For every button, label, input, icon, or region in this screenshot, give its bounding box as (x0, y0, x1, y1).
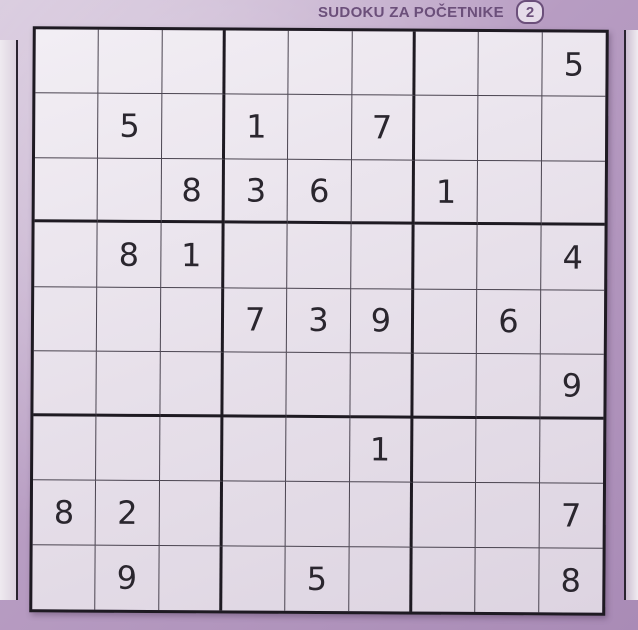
sudoku-cell-r8-c4[interactable] (222, 481, 287, 547)
sudoku-cell-r7-c2[interactable] (96, 416, 161, 482)
sudoku-grid: 55178361814739691827958 (29, 26, 609, 616)
sudoku-cell-r6-c7[interactable] (413, 353, 478, 419)
sudoku-cell-r5-c3[interactable] (160, 287, 225, 353)
sudoku-cell-r6-c3[interactable] (160, 352, 224, 418)
sudoku-cell-r4-c1[interactable] (34, 222, 98, 288)
sudoku-cell-r2-c1[interactable] (34, 93, 99, 159)
sudoku-cell-r9-c3[interactable] (158, 545, 223, 611)
left-page-edge (0, 40, 18, 600)
sudoku-cell-r3-c1[interactable] (34, 158, 99, 223)
sudoku-cell-r3-c2[interactable] (97, 158, 162, 224)
sudoku-cell-r2-c2[interactable]: 5 (98, 94, 163, 159)
sudoku-cell-r9-c7[interactable] (412, 547, 476, 612)
sudoku-cell-r3-c4[interactable]: 3 (224, 159, 289, 225)
sudoku-cell-r4-c4[interactable] (224, 223, 288, 289)
sudoku-cell-r6-c5[interactable] (286, 353, 351, 418)
sudoku-cell-r9-c9[interactable]: 8 (539, 548, 603, 613)
sudoku-cell-r8-c8[interactable] (475, 483, 540, 548)
sudoku-cell-r5-c4[interactable]: 7 (223, 288, 288, 354)
sudoku-cell-r7-c1[interactable] (33, 415, 97, 481)
sudoku-cell-r4-c5[interactable] (287, 224, 352, 289)
sudoku-cell-r6-c4[interactable] (223, 352, 288, 418)
sudoku-cell-r7-c4[interactable] (223, 417, 287, 482)
sudoku-cell-r7-c6[interactable]: 1 (349, 417, 414, 483)
sudoku-cell-r1-c2[interactable] (98, 29, 163, 95)
sudoku-cell-r2-c7[interactable] (414, 96, 479, 161)
sudoku-cell-r2-c6[interactable]: 7 (351, 95, 416, 161)
sudoku-board-wrapper: 55178361814739691827958 (29, 26, 609, 616)
sudoku-cell-r5-c6[interactable]: 9 (350, 288, 415, 354)
puzzle-title: SUDOKU ZA POČETNIKE (318, 3, 504, 21)
sudoku-cell-r9-c2[interactable]: 9 (95, 545, 160, 611)
sudoku-cell-r5-c2[interactable] (97, 287, 161, 353)
sudoku-cell-r9-c5[interactable]: 5 (285, 546, 350, 612)
sudoku-cell-r8-c9[interactable]: 7 (539, 483, 603, 549)
sudoku-cell-r1-c8[interactable] (478, 31, 543, 97)
sudoku-cell-r6-c1[interactable] (33, 351, 98, 417)
sudoku-cell-r2-c4[interactable]: 1 (224, 94, 289, 160)
sudoku-cell-r4-c9[interactable]: 4 (540, 225, 605, 291)
sudoku-cell-r5-c7[interactable] (413, 289, 478, 355)
sudoku-cell-r8-c3[interactable] (159, 481, 224, 546)
right-page-edge (624, 30, 638, 600)
sudoku-cell-r1-c6[interactable] (352, 31, 416, 97)
sudoku-cell-r6-c9[interactable]: 9 (540, 354, 604, 420)
sudoku-cell-r9-c8[interactable] (475, 547, 540, 613)
sudoku-cell-r3-c5[interactable]: 6 (287, 159, 352, 225)
sudoku-cell-r6-c2[interactable] (96, 351, 161, 417)
sudoku-cell-r7-c9[interactable] (539, 419, 604, 484)
sudoku-cell-r2-c5[interactable] (288, 95, 353, 161)
sudoku-cell-r8-c6[interactable] (349, 482, 413, 548)
sudoku-cell-r3-c6[interactable] (351, 160, 415, 225)
sudoku-cell-r4-c6[interactable] (350, 224, 415, 290)
sudoku-cell-r2-c3[interactable] (161, 94, 226, 160)
sudoku-cell-r4-c7[interactable] (414, 224, 478, 290)
sudoku-cell-r3-c9[interactable] (541, 161, 605, 227)
sudoku-cell-r8-c1[interactable]: 8 (32, 480, 97, 546)
sudoku-cell-r7-c7[interactable] (412, 418, 477, 484)
sudoku-cell-r1-c9[interactable]: 5 (542, 32, 606, 98)
sudoku-cell-r1-c7[interactable] (415, 31, 480, 97)
puzzle-header: SUDOKU ZA POČETNIKE 2 (318, 0, 544, 24)
sudoku-cell-r3-c7[interactable]: 1 (414, 160, 479, 226)
puzzle-number-badge: 2 (516, 0, 544, 24)
sudoku-cell-r4-c2[interactable]: 8 (97, 222, 162, 288)
sudoku-cell-r5-c5[interactable]: 3 (287, 288, 351, 354)
sudoku-cell-r8-c2[interactable]: 2 (95, 480, 160, 546)
sudoku-cell-r5-c8[interactable]: 6 (477, 289, 541, 355)
sudoku-cell-r4-c8[interactable] (477, 225, 542, 291)
sudoku-cell-r7-c5[interactable] (286, 417, 351, 483)
sudoku-cell-r4-c3[interactable]: 1 (160, 223, 225, 289)
sudoku-cell-r3-c8[interactable] (477, 160, 542, 226)
sudoku-cell-r1-c1[interactable] (35, 29, 100, 95)
sudoku-cell-r7-c3[interactable] (159, 416, 224, 482)
sudoku-cell-r6-c8[interactable] (476, 354, 541, 420)
sudoku-cell-r1-c4[interactable] (225, 30, 290, 96)
sudoku-cell-r5-c9[interactable] (540, 290, 605, 355)
sudoku-cell-r8-c7[interactable] (412, 482, 477, 548)
sudoku-cell-r9-c1[interactable] (32, 544, 96, 610)
sudoku-cell-r2-c8[interactable] (478, 96, 543, 162)
sudoku-cell-r9-c4[interactable] (222, 545, 286, 611)
sudoku-cell-r1-c3[interactable] (162, 30, 226, 95)
sudoku-cell-r6-c6[interactable] (350, 353, 414, 419)
sudoku-cell-r3-c3[interactable]: 8 (161, 158, 225, 224)
sudoku-cell-r5-c1[interactable] (33, 287, 98, 352)
sudoku-cell-r7-c8[interactable] (476, 418, 541, 484)
sudoku-cell-r9-c6[interactable] (348, 546, 413, 612)
sudoku-cell-r2-c9[interactable] (541, 96, 606, 162)
sudoku-cell-r1-c5[interactable] (288, 30, 353, 96)
sudoku-cell-r8-c5[interactable] (285, 481, 350, 547)
